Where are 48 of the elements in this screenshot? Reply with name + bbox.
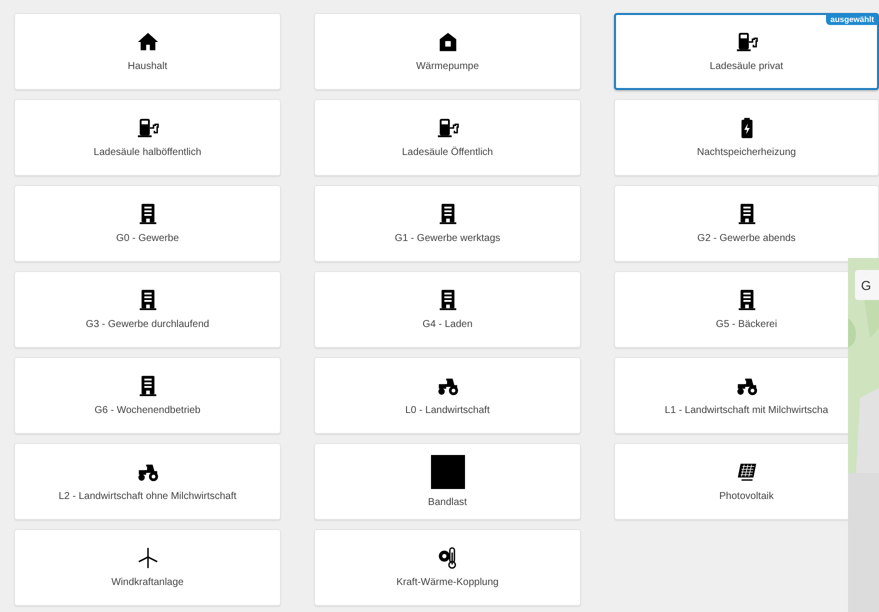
card-label: G0 - Gewerbe — [116, 233, 179, 244]
load-profile-card[interactable]: G0 - Gewerbe — [14, 185, 281, 262]
card-label: G4 - Laden — [422, 319, 473, 330]
load-profile-card[interactable]: L2 - Landwirtschaft ohne Milchwirtschaft — [14, 443, 281, 520]
load-profile-card[interactable]: G6 - Wochenendbetrieb — [14, 357, 281, 434]
card-label: L0 - Landwirtschaft — [405, 405, 490, 416]
load-profile-card[interactable]: Nachtspeicherheizung — [614, 99, 879, 176]
card-label: G2 - Gewerbe abends — [697, 233, 796, 244]
card-label: Ladesäule Öffentlich — [402, 147, 493, 158]
card-label: Ladesäule privat — [710, 61, 784, 72]
card-label: Nachtspeicherheizung — [697, 147, 796, 158]
charging-station-icon — [136, 117, 158, 139]
load-profile-card[interactable]: Bandlast — [314, 443, 581, 520]
wind-turbine-icon — [136, 547, 158, 569]
house-icon — [136, 31, 158, 53]
card-label: G5 - Bäckerei — [716, 319, 778, 330]
map-button[interactable]: G — [855, 270, 879, 300]
selected-badge: ausgewählt — [826, 14, 878, 25]
load-profile-card[interactable]: G1 - Gewerbe werktags — [314, 185, 581, 262]
load-profile-card[interactable]: G2 - Gewerbe abends — [614, 185, 879, 262]
load-profile-card[interactable]: ausgewählt Ladesäule privat — [614, 13, 879, 90]
card-label: L1 - Landwirtschaft mit Milchwirtscha — [664, 405, 828, 416]
card-label: G3 - Gewerbe durchlaufend — [86, 319, 210, 330]
solar-panel-icon — [736, 461, 758, 483]
load-profile-card[interactable]: L0 - Landwirtschaft — [314, 357, 581, 434]
load-profile-card[interactable]: Ladesäule halböffentlich — [14, 99, 281, 176]
card-label: Wärmepumpe — [416, 61, 479, 72]
card-label: Kraft-Wärme-Kopplung — [396, 577, 499, 588]
charging-station-icon — [736, 31, 758, 53]
square-icon — [430, 455, 464, 489]
card-label: Ladesäule halböffentlich — [94, 147, 202, 158]
gear-thermometer-icon — [436, 547, 458, 569]
load-profile-card[interactable]: G3 - Gewerbe durchlaufend — [14, 271, 281, 348]
load-profile-card[interactable]: Ladesäule Öffentlich — [314, 99, 581, 176]
card-label: G6 - Wochenendbetrieb — [94, 405, 200, 416]
card-label: Bandlast — [428, 497, 467, 508]
load-profile-card[interactable]: Kraft-Wärme-Kopplung — [314, 529, 581, 606]
card-label: Photovoltaik — [719, 491, 774, 502]
card-label: Windkraftanlage — [111, 577, 184, 588]
charging-station-icon — [436, 117, 458, 139]
house-icon — [436, 31, 458, 53]
card-label: Haushalt — [128, 61, 168, 72]
card-label: G1 - Gewerbe werktags — [394, 233, 500, 244]
load-profile-card[interactable]: Windkraftanlage — [14, 529, 281, 606]
load-profile-card[interactable]: G4 - Laden — [314, 271, 581, 348]
load-profile-card[interactable]: Wärmepumpe — [314, 13, 581, 90]
card-label: L2 - Landwirtschaft ohne Milchwirtschaft — [58, 491, 236, 502]
load-profile-card[interactable]: Haushalt — [14, 13, 281, 90]
